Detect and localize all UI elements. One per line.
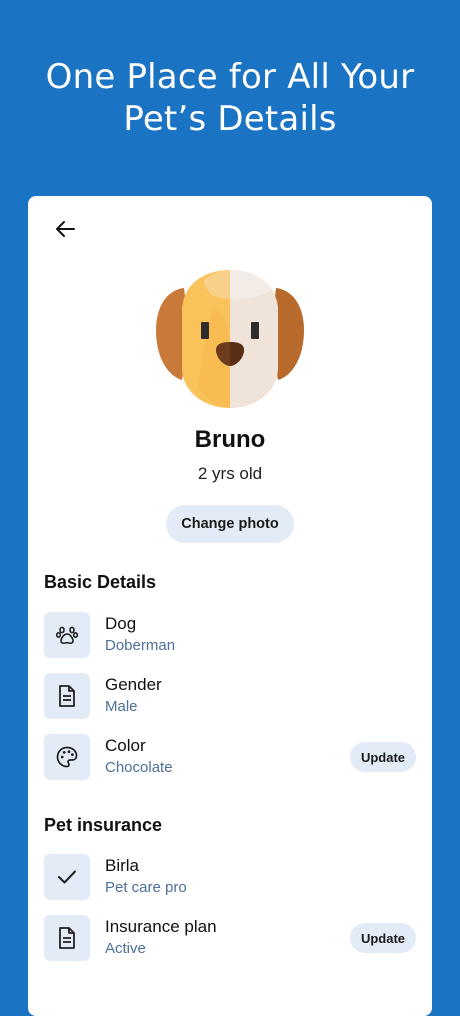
pet-name: Bruno — [194, 426, 266, 453]
paw-icon — [56, 626, 78, 644]
insurance-row-provider[interactable]: Birla Pet care pro — [44, 854, 416, 902]
document-icon — [59, 685, 75, 707]
headline-line-1: One Place for All Your — [45, 57, 415, 97]
detail-row-color[interactable]: Color Chocolate Update — [44, 734, 416, 782]
dog-face-icon — [156, 270, 304, 408]
row-subtitle: Pet care pro — [105, 879, 187, 896]
detail-row-type[interactable]: Dog Doberman — [44, 612, 416, 660]
row-subtitle: Active — [105, 940, 146, 957]
pet-details-card: Bruno 2 yrs old Change photo Basic Detai… — [28, 196, 432, 1016]
row-title: Gender — [105, 675, 162, 694]
detail-row-gender[interactable]: Gender Male — [44, 673, 416, 721]
row-title: Insurance plan — [105, 917, 217, 936]
palette-icon — [56, 746, 78, 768]
row-icon-box — [44, 673, 90, 719]
update-insurance-button[interactable]: Update — [350, 923, 416, 953]
row-icon-box — [44, 734, 90, 780]
basic-details-title: Basic Details — [44, 572, 157, 592]
row-subtitle: Chocolate — [105, 759, 173, 776]
insurance-row-plan[interactable]: Insurance plan Active Update — [44, 915, 416, 963]
pet-insurance-title: Pet insurance — [44, 815, 163, 835]
arrow-left-icon — [56, 221, 75, 237]
headline-line-2: Pet’s Details — [123, 99, 337, 139]
row-icon-box — [44, 854, 90, 900]
pet-avatar — [154, 268, 306, 410]
change-photo-button[interactable]: Change photo — [166, 505, 294, 543]
row-title: Color — [105, 736, 146, 755]
row-icon-box — [44, 612, 90, 658]
pet-age: 2 yrs old — [197, 464, 263, 483]
row-icon-box — [44, 915, 90, 961]
document-icon — [59, 927, 75, 949]
row-title: Dog — [105, 614, 137, 633]
row-subtitle: Male — [105, 698, 138, 715]
row-title: Birla — [105, 856, 140, 875]
back-button[interactable] — [50, 214, 80, 244]
row-subtitle: Doberman — [105, 637, 176, 654]
check-icon — [58, 870, 76, 884]
headline: One Place for All Your Pet’s Details — [0, 56, 460, 140]
update-color-button[interactable]: Update — [350, 742, 416, 772]
